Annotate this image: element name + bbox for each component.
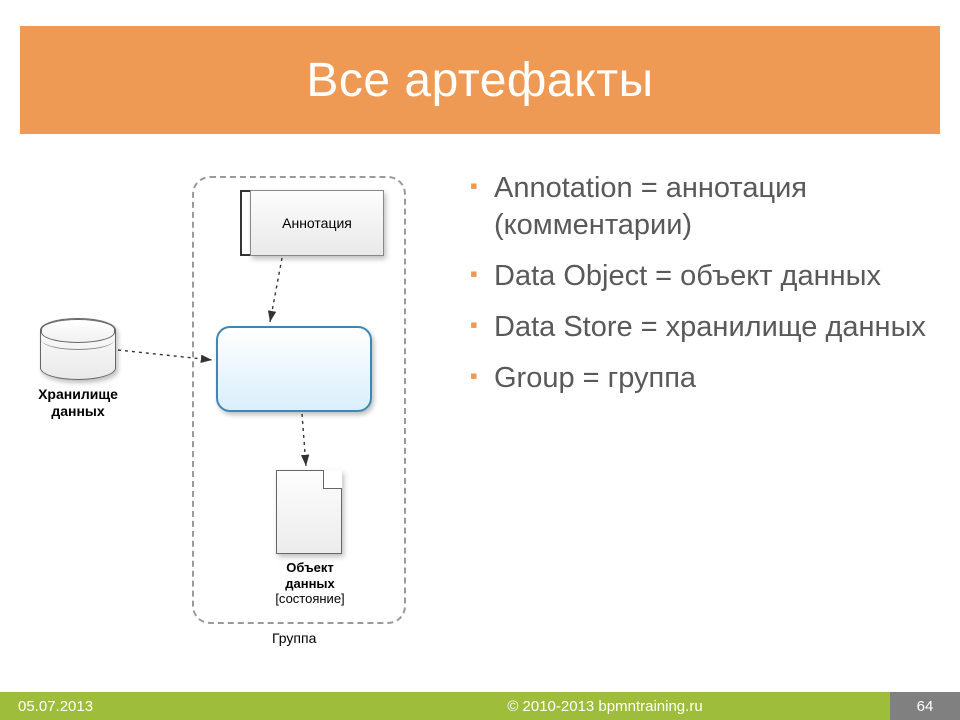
diagram-column: Группа Хранилище данных Аннотация Объект… (20, 150, 460, 680)
data-object-label: Объект данных [состояние] (260, 560, 360, 607)
title-band: Все артефакты (20, 26, 940, 134)
task-box (216, 326, 372, 412)
slide-title: Все артефакты (306, 53, 653, 108)
list-item: Group = группа (470, 360, 940, 397)
content-area: Группа Хранилище данных Аннотация Объект… (20, 150, 940, 680)
data-store-icon (40, 318, 116, 380)
annotation-bracket-icon (240, 190, 250, 256)
list-item: Annotation = аннотация (комментарии) (470, 170, 940, 244)
footer-bar: 05.07.2013 © 2010-2013 bpmntraining.ru 6… (0, 692, 960, 720)
bullet-list: Annotation = аннотация (комментарии) Dat… (470, 170, 940, 398)
data-object-icon (276, 470, 342, 554)
annotation-box: Аннотация (250, 190, 384, 256)
group-label: Группа (272, 630, 316, 646)
bpmn-diagram: Группа Хранилище данных Аннотация Объект… (20, 150, 460, 680)
list-item: Data Store = хранилище данных (470, 309, 940, 346)
footer-page-number: 64 (890, 692, 960, 720)
slide: Все артефакты Группа Хранилище данных Ан… (0, 0, 960, 720)
data-object-label-bold: Объект данных (260, 560, 360, 591)
footer-copyright: © 2010-2013 bpmntraining.ru (320, 698, 890, 715)
text-column: Annotation = аннотация (комментарии) Dat… (460, 150, 940, 680)
list-item: Data Object = объект данных (470, 258, 940, 295)
data-object-label-state: [состояние] (275, 591, 344, 606)
footer-date: 05.07.2013 (0, 698, 320, 715)
data-store-label: Хранилище данных (26, 386, 130, 420)
